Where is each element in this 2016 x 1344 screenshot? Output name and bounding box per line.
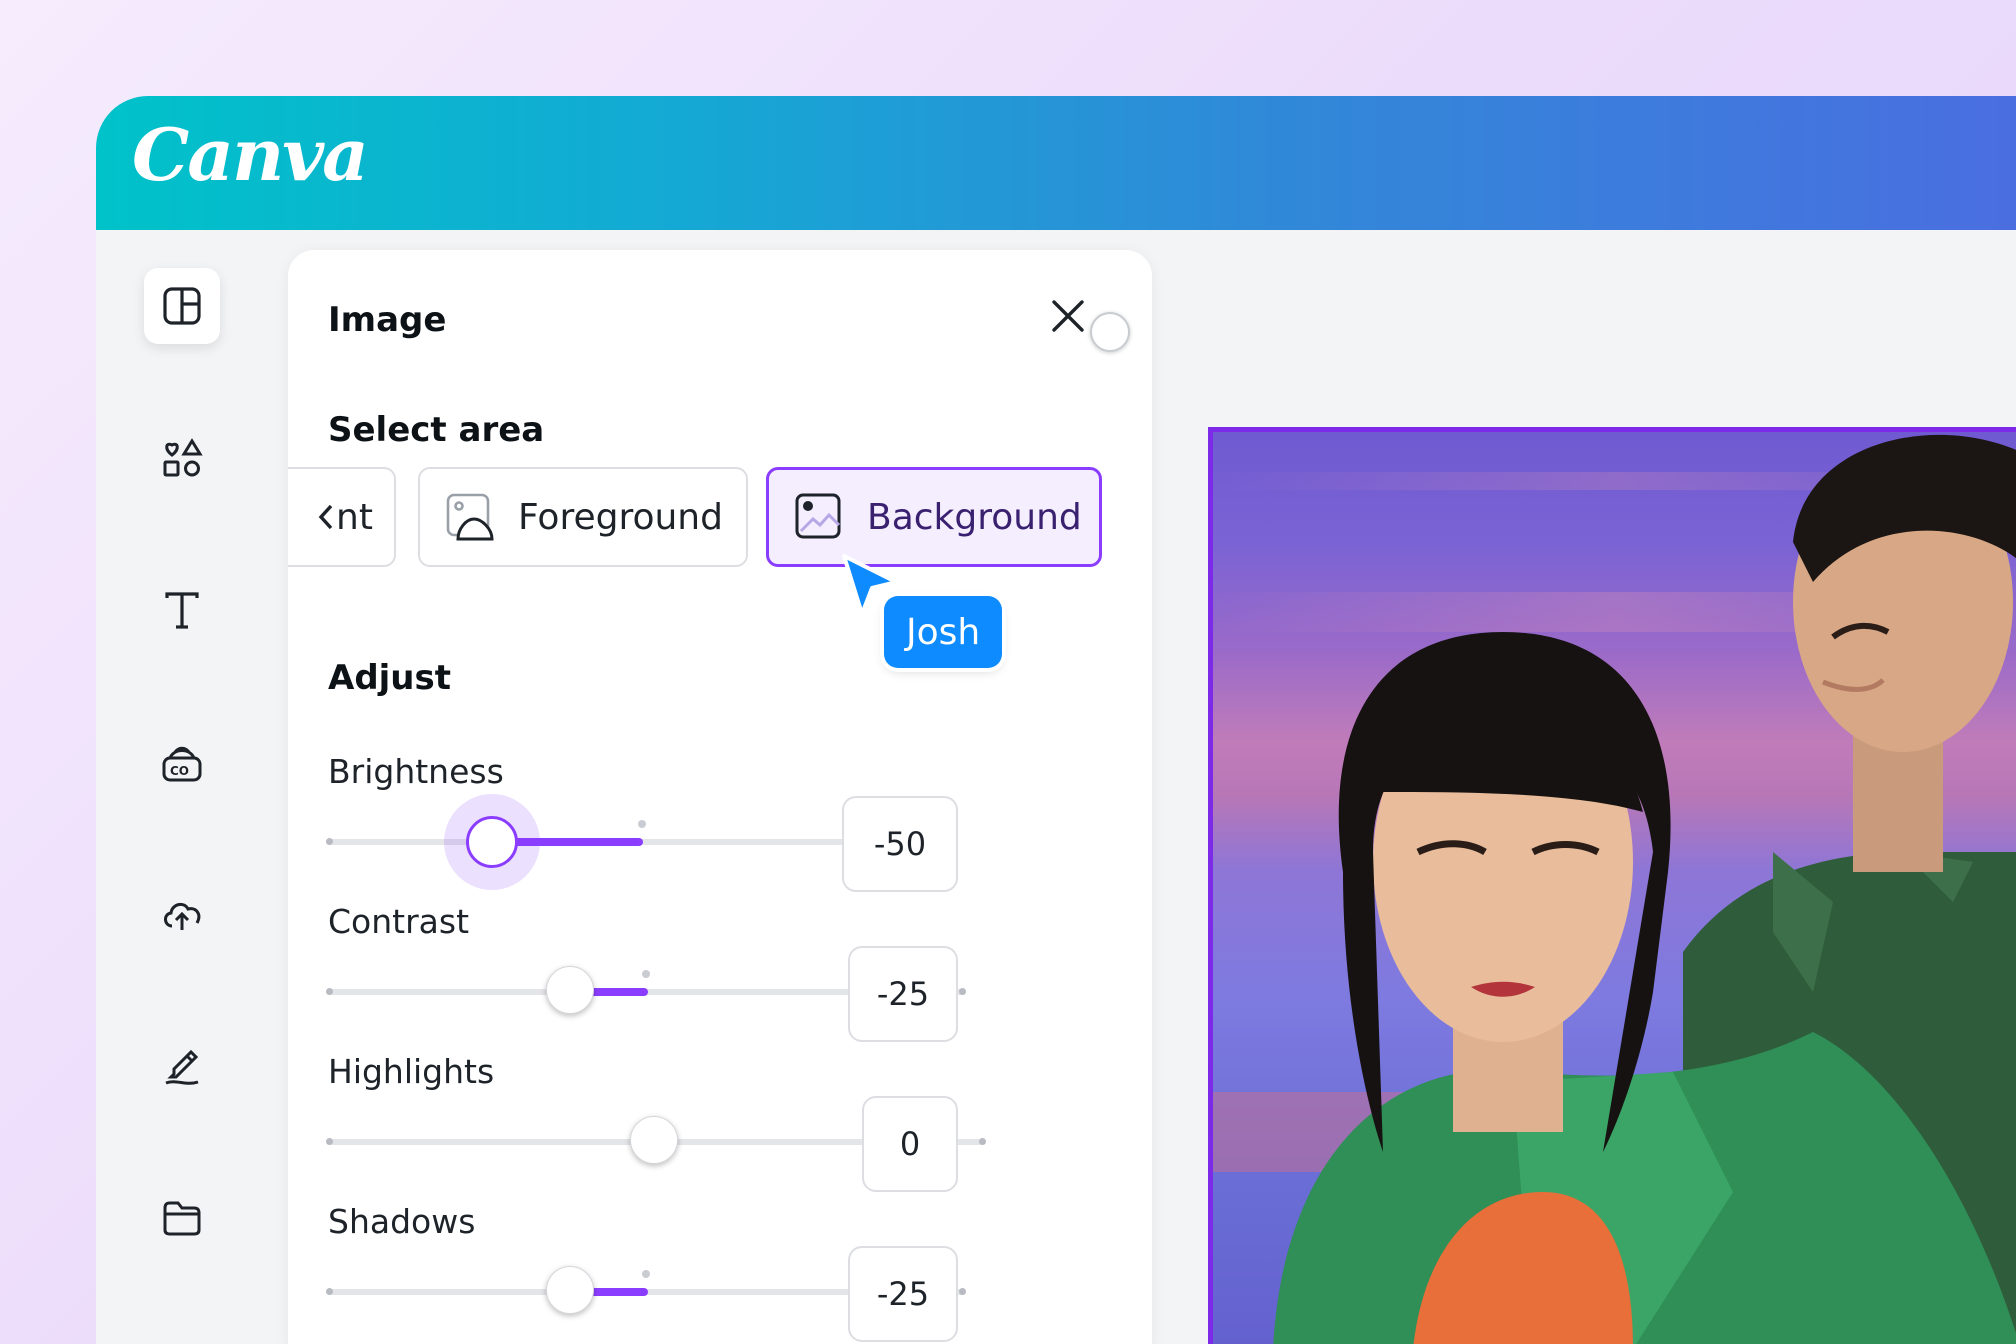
collaborator-name-tag: Josh [884,596,1003,668]
canva-logo[interactable]: Canva [132,112,369,197]
contrast-slider-handle[interactable] [546,966,594,1014]
shadows-slider-handle[interactable] [546,1266,594,1314]
image-panel: Image Select area nt Foreground Backgrou… [288,250,1152,1344]
design-canvas[interactable] [1200,230,2016,1344]
contrast-label: Contrast [328,902,470,941]
shapes-icon [163,438,203,477]
highlights-label: Highlights [328,1052,495,1091]
brightness-slider-handle[interactable] [466,816,518,868]
panel-title: Image [328,300,447,340]
select-area-option-foreground[interactable]: Foreground [418,467,748,567]
brightness-label: Brightness [328,752,504,791]
close-button[interactable] [1046,294,1090,338]
select-area-option-background[interactable]: Background [766,467,1102,567]
brightness-value-input[interactable]: -50 [842,796,958,892]
draw-pen-icon [165,1049,199,1085]
photo-people [1213,434,2016,1344]
app-window: Canva CO Image Select area nt Foreground… [96,96,2016,1344]
sidebar-item-text[interactable] [144,572,220,648]
option-label: nt [336,496,373,538]
highlights-value-input[interactable]: 0 [862,1096,958,1192]
select-area-option-previous[interactable]: nt [288,467,396,567]
svg-text:CO: CO [170,764,189,778]
selection-handle[interactable] [1090,312,1130,352]
option-label: Background [867,496,1082,538]
folder-icon [163,1201,201,1236]
contrast-value-input[interactable]: -25 [848,946,958,1042]
cloud-upload-icon [164,902,201,930]
sidebar-item-uploads[interactable] [144,876,220,952]
sidebar-item-projects[interactable] [144,1180,220,1256]
top-bar: Canva [96,96,2016,230]
sidebar-item-draw[interactable] [144,1028,220,1104]
highlights-slider-handle[interactable] [630,1116,678,1164]
option-label: Foreground [518,496,723,538]
sidebar-item-brand[interactable]: CO [144,724,220,800]
text-icon [165,592,199,629]
sidebar-item-elements[interactable] [144,420,220,496]
chevron-left-icon [318,504,333,530]
shadows-value-input[interactable]: -25 [848,1246,958,1342]
image-foreground-icon [446,493,494,541]
layout-panel-icon [163,287,201,325]
adjust-title: Adjust [328,658,452,698]
select-area-title: Select area [328,410,545,450]
shadows-label: Shadows [328,1202,476,1241]
selected-photo[interactable] [1208,427,2016,1344]
image-background-icon [795,493,841,539]
sidebar-item-design[interactable] [144,268,220,344]
brand-kit-icon: CO [162,746,202,782]
close-icon [1052,300,1084,332]
